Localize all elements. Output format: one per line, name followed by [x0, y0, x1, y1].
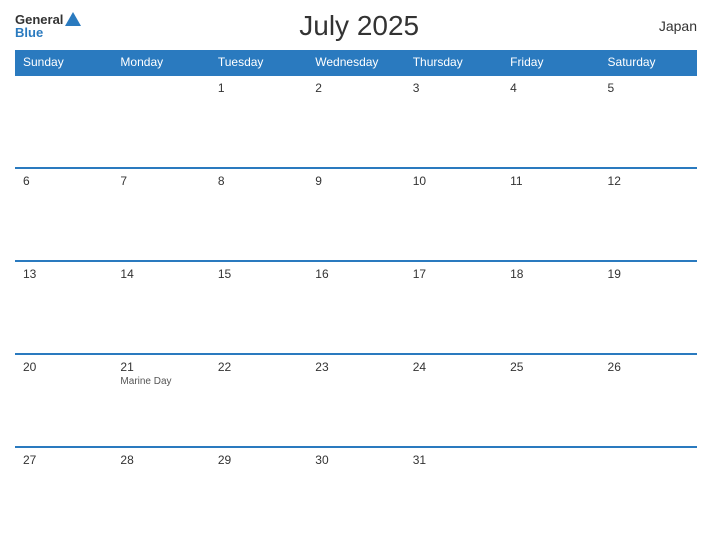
calendar-day-cell: 31 [405, 447, 502, 540]
calendar-day-cell: 9 [307, 168, 404, 261]
calendar-day-cell: 17 [405, 261, 502, 354]
day-number: 9 [315, 174, 396, 188]
day-number: 3 [413, 81, 494, 95]
calendar-day-cell: 19 [600, 261, 697, 354]
calendar-week-row: 20 21 Marine Day 22 23 24 25 26 [15, 354, 697, 447]
calendar-day-cell: 16 [307, 261, 404, 354]
day-number: 17 [413, 267, 494, 281]
day-number: 15 [218, 267, 299, 281]
day-number: 5 [608, 81, 689, 95]
calendar-day-cell [600, 447, 697, 540]
day-number: 1 [218, 81, 299, 95]
day-number: 30 [315, 453, 396, 467]
calendar-col-header: Tuesday [210, 50, 307, 75]
calendar-header-row: SundayMondayTuesdayWednesdayThursdayFrid… [15, 50, 697, 75]
day-number: 20 [23, 360, 104, 374]
calendar-day-cell: 21 Marine Day [112, 354, 209, 447]
day-number: 18 [510, 267, 591, 281]
day-number: 12 [608, 174, 689, 188]
logo: General Blue [15, 13, 81, 39]
calendar-title: July 2025 [81, 10, 637, 42]
calendar-day-cell: 23 [307, 354, 404, 447]
calendar-day-cell [15, 75, 112, 168]
day-number: 4 [510, 81, 591, 95]
calendar-week-row: 27 28 29 30 31 [15, 447, 697, 540]
day-number: 28 [120, 453, 201, 467]
calendar-day-cell [502, 447, 599, 540]
logo-triangle-icon [65, 12, 81, 26]
logo-blue-text: Blue [15, 26, 43, 39]
day-number: 16 [315, 267, 396, 281]
calendar-day-cell: 3 [405, 75, 502, 168]
calendar-day-cell: 27 [15, 447, 112, 540]
calendar-day-cell: 26 [600, 354, 697, 447]
day-number: 10 [413, 174, 494, 188]
day-number: 7 [120, 174, 201, 188]
calendar-day-cell: 10 [405, 168, 502, 261]
calendar-day-cell: 22 [210, 354, 307, 447]
holiday-label: Marine Day [120, 376, 201, 387]
day-number: 29 [218, 453, 299, 467]
calendar-day-cell: 12 [600, 168, 697, 261]
day-number: 14 [120, 267, 201, 281]
calendar-day-cell: 24 [405, 354, 502, 447]
calendar-day-cell: 14 [112, 261, 209, 354]
calendar-day-cell: 18 [502, 261, 599, 354]
calendar-week-row: 1 2 3 4 5 [15, 75, 697, 168]
calendar-body: 123456789101112131415161718192021Marine … [15, 75, 697, 540]
country-label: Japan [637, 18, 697, 34]
calendar-table: SundayMondayTuesdayWednesdayThursdayFrid… [15, 50, 697, 540]
calendar-day-cell: 5 [600, 75, 697, 168]
calendar-header: SundayMondayTuesdayWednesdayThursdayFrid… [15, 50, 697, 75]
calendar-day-cell: 8 [210, 168, 307, 261]
calendar-day-cell: 2 [307, 75, 404, 168]
calendar-day-cell: 28 [112, 447, 209, 540]
day-number: 27 [23, 453, 104, 467]
calendar-day-cell: 1 [210, 75, 307, 168]
calendar-day-cell: 29 [210, 447, 307, 540]
calendar-col-header: Thursday [405, 50, 502, 75]
day-number: 26 [608, 360, 689, 374]
calendar-col-header: Sunday [15, 50, 112, 75]
day-number: 24 [413, 360, 494, 374]
calendar-col-header: Monday [112, 50, 209, 75]
calendar-col-header: Saturday [600, 50, 697, 75]
calendar-day-cell: 4 [502, 75, 599, 168]
day-number: 31 [413, 453, 494, 467]
day-number: 19 [608, 267, 689, 281]
calendar-day-cell: 20 [15, 354, 112, 447]
day-number: 23 [315, 360, 396, 374]
day-number: 25 [510, 360, 591, 374]
day-number: 22 [218, 360, 299, 374]
calendar-day-cell: 30 [307, 447, 404, 540]
day-number: 2 [315, 81, 396, 95]
day-number: 6 [23, 174, 104, 188]
calendar-week-row: 13 14 15 16 17 18 19 [15, 261, 697, 354]
calendar-day-cell: 7 [112, 168, 209, 261]
calendar-day-cell: 25 [502, 354, 599, 447]
day-number: 11 [510, 174, 591, 188]
calendar-day-cell: 11 [502, 168, 599, 261]
day-number: 21 [120, 360, 201, 374]
calendar-day-cell: 15 [210, 261, 307, 354]
day-number: 13 [23, 267, 104, 281]
calendar-col-header: Friday [502, 50, 599, 75]
calendar-day-cell: 13 [15, 261, 112, 354]
calendar-col-header: Wednesday [307, 50, 404, 75]
calendar-week-row: 6 7 8 9 10 11 12 [15, 168, 697, 261]
page-header: General Blue July 2025 Japan [15, 10, 697, 42]
calendar-day-cell: 6 [15, 168, 112, 261]
calendar-day-cell [112, 75, 209, 168]
day-number: 8 [218, 174, 299, 188]
